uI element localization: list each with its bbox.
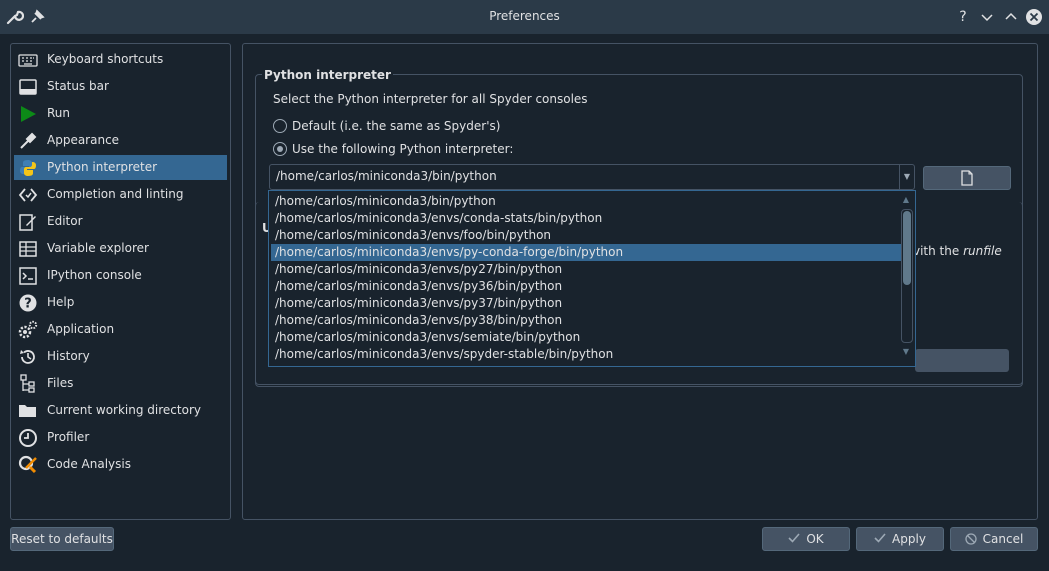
sidebar-item-label: Editor	[47, 214, 83, 228]
list-item-highlighted[interactable]: /home/carlos/miniconda3/envs/py-conda-fo…	[271, 244, 901, 261]
sidebar-item-label: Help	[47, 295, 75, 309]
close-icon[interactable]	[1025, 8, 1043, 26]
title-bar: Preferences ?	[0, 0, 1049, 34]
maximize-icon[interactable]	[1002, 8, 1020, 26]
list-item[interactable]: /home/carlos/miniconda3/envs/foo/bin/pyt…	[271, 227, 901, 244]
radio-button[interactable]	[273, 119, 287, 133]
sidebar-item-label: Keyboard shortcuts	[47, 52, 164, 66]
interpreter-combobox[interactable]: /home/carlos/miniconda3/bin/python ▼	[269, 164, 915, 190]
list-item[interactable]: /home/carlos/miniconda3/envs/spyder-stab…	[271, 346, 901, 363]
sidebar-item-label: Current working directory	[47, 403, 201, 417]
ipython-console-icon	[19, 267, 37, 285]
sidebar-item-completion-and-linting[interactable]: Completion and linting	[14, 182, 227, 207]
scrollbar-thumb[interactable]	[903, 211, 911, 285]
sidebar-item-history[interactable]: History	[14, 344, 227, 369]
sidebar-item-label: Completion and linting	[47, 187, 184, 201]
svg-text:?: ?	[24, 297, 32, 312]
description-fragment-text: vith the	[913, 244, 960, 258]
run-icon	[21, 106, 36, 122]
preferences-sidebar: Keyboard shortcuts Status bar Run Appear…	[10, 43, 231, 520]
files-icon	[20, 374, 35, 393]
combobox-value: /home/carlos/miniconda3/bin/python	[276, 169, 497, 183]
sidebar-item-appearance[interactable]: Appearance	[14, 128, 227, 153]
code-analysis-icon	[18, 455, 37, 474]
check-icon	[788, 533, 800, 543]
sidebar-item-label: Run	[47, 106, 71, 120]
sidebar-item-label: IPython console	[47, 268, 142, 282]
radio-label: Default (i.e. the same as Spyder's)	[292, 119, 501, 133]
help-button[interactable]: ?	[953, 7, 973, 27]
editor-icon	[19, 214, 36, 231]
sidebar-item-label: Python interpreter	[47, 160, 158, 174]
sidebar-item-run[interactable]: Run	[14, 101, 227, 126]
file-icon	[961, 170, 973, 186]
apply-label: Apply	[892, 532, 926, 546]
list-item[interactable]: /home/carlos/miniconda3/envs/semiate/bin…	[271, 329, 901, 346]
sidebar-item-help[interactable]: ? Help	[14, 290, 227, 315]
sidebar-item-status-bar[interactable]: Status bar	[14, 74, 227, 99]
sidebar-item-label: Appearance	[47, 133, 120, 147]
sidebar-item-keyboard-shortcuts[interactable]: Keyboard shortcuts	[14, 47, 227, 72]
status-bar-icon	[19, 79, 37, 95]
ok-label: OK	[806, 532, 824, 546]
sidebar-item-editor[interactable]: Editor	[14, 209, 227, 234]
sidebar-item-application[interactable]: Application	[14, 317, 227, 342]
interpreter-description: Select the Python interpreter for all Sp…	[273, 92, 588, 106]
sidebar-item-label: Code Analysis	[47, 457, 131, 471]
minimize-icon[interactable]	[978, 8, 996, 26]
sidebar-item-label: Application	[47, 322, 115, 336]
list-item[interactable]: /home/carlos/miniconda3/bin/python	[271, 193, 901, 210]
check-icon	[874, 533, 886, 543]
list-item[interactable]: /home/carlos/miniconda3/envs/py37/bin/py…	[271, 295, 901, 312]
description-fragment: vith the runfile	[913, 244, 1002, 258]
dropdown-scrollbar[interactable]	[901, 209, 913, 343]
gears-icon	[18, 320, 38, 339]
sidebar-item-profiler[interactable]: Profiler	[14, 425, 227, 450]
cancel-button[interactable]: Cancel	[950, 527, 1038, 551]
variable-explorer-icon	[19, 241, 37, 257]
folder-icon	[19, 405, 36, 417]
apply-button[interactable]: Apply	[856, 527, 944, 551]
list-item[interactable]: /home/carlos/miniconda3/envs/py27/bin/py…	[271, 261, 901, 278]
sidebar-item-python-interpreter[interactable]: Python interpreter	[14, 155, 227, 180]
python-icon	[20, 160, 36, 176]
eyedropper-icon	[20, 132, 37, 149]
sidebar-item-label: Profiler	[47, 430, 90, 444]
ok-button[interactable]: OK	[762, 527, 850, 551]
profiler-icon	[19, 429, 37, 447]
sidebar-item-label: Files	[47, 376, 74, 390]
sidebar-item-label: Status bar	[47, 79, 109, 93]
scroll-up-icon[interactable]: ▲	[900, 195, 912, 205]
sidebar-item-files[interactable]: Files	[14, 371, 227, 396]
set-modules-button[interactable]	[915, 349, 1009, 372]
sidebar-item-label: Variable explorer	[47, 241, 149, 255]
cancel-label: Cancel	[982, 532, 1024, 546]
group-title: Python interpreter	[262, 68, 393, 82]
completion-icon	[18, 188, 38, 202]
sidebar-item-code-analysis[interactable]: Code Analysis	[14, 452, 227, 477]
list-item[interactable]: /home/carlos/miniconda3/envs/py36/bin/py…	[271, 278, 901, 295]
keyboard-icon	[18, 54, 38, 67]
list-item[interactable]: /home/carlos/miniconda3/envs/py38/bin/py…	[271, 312, 901, 329]
runfile-word: runfile	[963, 244, 1002, 258]
chevron-down-icon[interactable]: ▼	[899, 165, 914, 189]
interpreter-dropdown-list: /home/carlos/miniconda3/bin/python /home…	[268, 190, 916, 367]
window-title: Preferences	[489, 9, 560, 23]
radio-button[interactable]	[273, 142, 287, 156]
reset-to-defaults-button[interactable]: Reset to defaults	[10, 527, 114, 551]
browse-button[interactable]	[923, 166, 1011, 190]
history-icon	[20, 350, 35, 364]
sidebar-item-label: History	[47, 349, 90, 363]
sidebar-item-current-working-directory[interactable]: Current working directory	[14, 398, 227, 423]
sidebar-item-variable-explorer[interactable]: Variable explorer	[14, 236, 227, 261]
list-item[interactable]: /home/carlos/miniconda3/envs/conda-stats…	[271, 210, 901, 227]
radio-label: Use the following Python interpreter:	[292, 142, 514, 156]
splitter-handle[interactable]	[233, 43, 238, 518]
scroll-down-icon[interactable]: ▼	[900, 347, 912, 357]
cancel-icon	[965, 533, 977, 545]
help-icon: ?	[19, 294, 37, 312]
sidebar-item-ipython-console[interactable]: IPython console	[14, 263, 227, 288]
